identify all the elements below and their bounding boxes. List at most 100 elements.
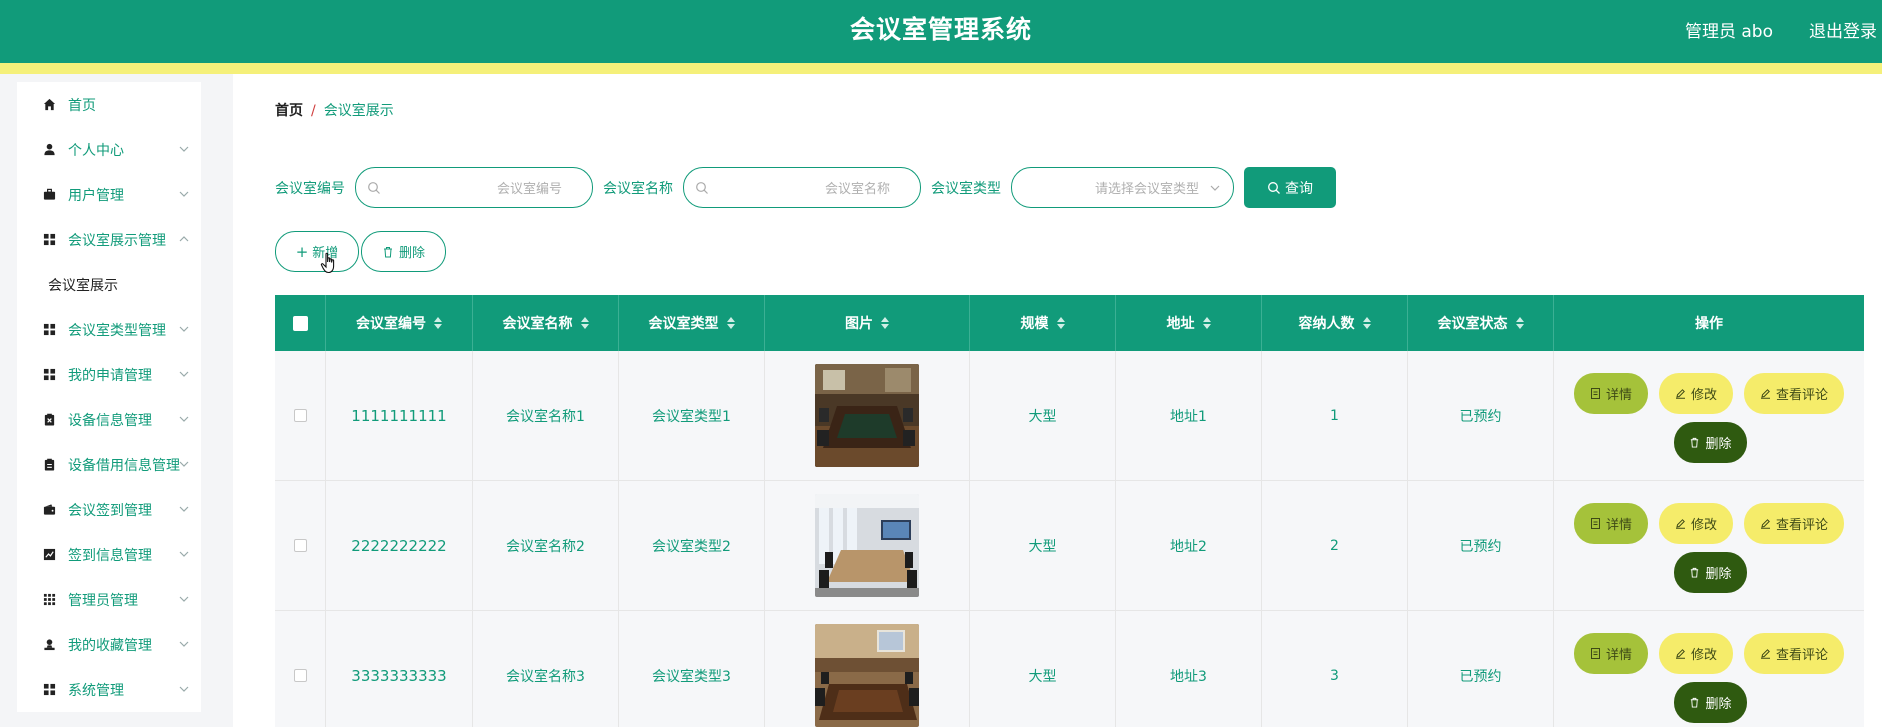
pencil-icon — [1760, 519, 1770, 529]
sidebar-item-equipment-borrow[interactable]: 设备借用信息管理 — [17, 442, 201, 487]
sidebar-item-label: 管理员管理 — [68, 592, 138, 609]
trash-icon — [383, 246, 392, 257]
pencil-icon — [1760, 649, 1770, 659]
view-reviews-button[interactable]: 查看评论 — [1744, 503, 1844, 544]
room-photo[interactable] — [815, 364, 919, 467]
row-checkbox[interactable] — [293, 669, 307, 682]
column-header-status[interactable]: 会议室状态 — [1408, 295, 1554, 351]
sidebar-item-my-favorites[interactable]: 我的收藏管理 — [17, 622, 201, 667]
sidebar-item-admin-management[interactable]: 管理员管理 — [17, 577, 201, 622]
chevron-down-icon — [179, 461, 189, 467]
sidebar-item-label: 会议室展示管理 — [68, 232, 166, 249]
sidebar-item-meeting-checkin[interactable]: 会议签到管理 — [17, 487, 201, 532]
column-header-code[interactable]: 会议室编号 — [326, 295, 473, 351]
document-icon — [1590, 648, 1600, 659]
clipboard-x-icon — [42, 412, 57, 427]
sidebar-subitem-room-display[interactable]: 会议室展示 — [17, 262, 201, 307]
sidebar-item-checkin-info[interactable]: 签到信息管理 — [17, 532, 201, 577]
current-user: 管理员 abo — [1684, 22, 1773, 42]
cell-status: 已预约 — [1408, 611, 1554, 727]
detail-button-label: 详情 — [1605, 518, 1632, 533]
breadcrumb-separator: / — [311, 103, 316, 119]
header-accent-strip — [0, 63, 1882, 74]
sidebar-item-personal-center[interactable]: 个人中心 — [17, 127, 201, 172]
sidebar-item-my-applications[interactable]: 我的申请管理 — [17, 352, 201, 397]
pencil-icon — [1675, 389, 1685, 399]
cell-address: 地址1 — [1116, 351, 1262, 480]
cell-capacity: 3 — [1262, 611, 1408, 727]
detail-button-label: 详情 — [1605, 648, 1632, 663]
batch-delete-button[interactable]: 删除 — [361, 231, 446, 272]
logout-link[interactable]: 退出登录 — [1809, 17, 1877, 42]
detail-button[interactable]: 详情 — [1574, 633, 1648, 674]
chevron-down-icon — [179, 371, 189, 377]
column-header-image[interactable]: 图片 — [765, 295, 970, 351]
room-name-input[interactable]: 会议室名称 — [683, 167, 921, 208]
user-icon — [42, 142, 57, 157]
sort-icon — [1202, 317, 1211, 329]
sort-icon — [1362, 317, 1371, 329]
edit-button[interactable]: 修改 — [1659, 633, 1733, 674]
pencil-icon — [1760, 389, 1770, 399]
delete-button[interactable]: 删除 — [1674, 422, 1747, 463]
room-photo[interactable] — [815, 494, 919, 597]
person-icon — [42, 637, 57, 652]
sidebar-item-equipment-info[interactable]: 设备信息管理 — [17, 397, 201, 442]
sidebar-item-home[interactable]: 首页 — [17, 82, 201, 127]
app-title: 会议室管理系统 — [849, 15, 1032, 44]
chevron-down-icon — [179, 146, 189, 152]
column-header-capacity[interactable]: 容纳人数 — [1262, 295, 1408, 351]
action-bar: + 新增 删除 — [275, 231, 446, 272]
search-icon — [696, 182, 708, 194]
room-type-select[interactable]: 请选择会议室类型 — [1011, 167, 1234, 208]
add-button[interactable]: + 新增 — [275, 231, 359, 272]
sort-icon — [881, 317, 889, 329]
select-all-checkbox[interactable] — [292, 315, 308, 331]
breadcrumb-home[interactable]: 首页 — [275, 103, 303, 119]
document-icon — [1590, 388, 1600, 399]
edit-button-label: 修改 — [1690, 388, 1717, 403]
sidebar-item-label: 会议室类型管理 — [68, 322, 166, 339]
sort-icon — [726, 317, 735, 329]
edit-button-label: 修改 — [1690, 648, 1717, 663]
delete-button[interactable]: 删除 — [1674, 682, 1747, 723]
room-code-input[interactable]: 会议室编号 — [355, 167, 593, 208]
edit-button[interactable]: 修改 — [1659, 503, 1733, 544]
detail-button[interactable]: 详情 — [1574, 373, 1648, 414]
column-header-name[interactable]: 会议室名称 — [473, 295, 619, 351]
edit-button[interactable]: 修改 — [1659, 373, 1733, 414]
sidebar-item-user-management[interactable]: 用户管理 — [17, 172, 201, 217]
trash-icon — [1691, 697, 1699, 708]
row-checkbox[interactable] — [293, 539, 307, 552]
delete-button[interactable]: 删除 — [1674, 552, 1747, 593]
cell-room-name: 会议室名称1 — [473, 351, 619, 480]
cell-scale: 大型 — [970, 481, 1116, 610]
detail-button[interactable]: 详情 — [1574, 503, 1648, 544]
column-header-scale[interactable]: 规模 — [970, 295, 1116, 351]
trash-icon — [1691, 567, 1699, 578]
cell-room-image — [765, 611, 970, 727]
query-button[interactable]: 查询 — [1244, 167, 1336, 208]
sort-icon — [434, 317, 442, 329]
column-header-type[interactable]: 会议室类型 — [619, 295, 765, 351]
room-code-placeholder: 会议室编号 — [496, 182, 562, 197]
table-row: 2222222222 会议室名称2 会议室类型2 大型 地址2 2 已预约 详情… — [275, 481, 1864, 611]
cell-room-name: 会议室名称2 — [473, 481, 619, 610]
view-reviews-button[interactable]: 查看评论 — [1744, 633, 1844, 674]
column-header-address[interactable]: 地址 — [1116, 295, 1262, 351]
cell-room-image — [765, 481, 970, 610]
sidebar-item-room-type-management[interactable]: 会议室类型管理 — [17, 307, 201, 352]
delete-button-label: 删除 — [1705, 437, 1732, 452]
row-checkbox[interactable] — [293, 409, 307, 422]
table-row: 1111111111 会议室名称1 会议室类型1 大型 地址1 1 已预约 详情… — [275, 351, 1864, 481]
room-name-placeholder: 会议室名称 — [824, 182, 890, 197]
view-reviews-button[interactable]: 查看评论 — [1744, 373, 1844, 414]
row-select-cell — [275, 611, 326, 727]
batch-delete-label: 删除 — [398, 246, 425, 261]
column-header-label: 会议室类型 — [648, 316, 719, 332]
sidebar-item-room-display-management[interactable]: 会议室展示管理 — [17, 217, 201, 262]
sidebar-item-label: 首页 — [68, 97, 96, 114]
room-type-placeholder: 请选择会议室类型 — [1094, 182, 1199, 197]
sidebar-item-system-management[interactable]: 系统管理 — [17, 667, 201, 712]
room-photo[interactable] — [815, 624, 919, 727]
